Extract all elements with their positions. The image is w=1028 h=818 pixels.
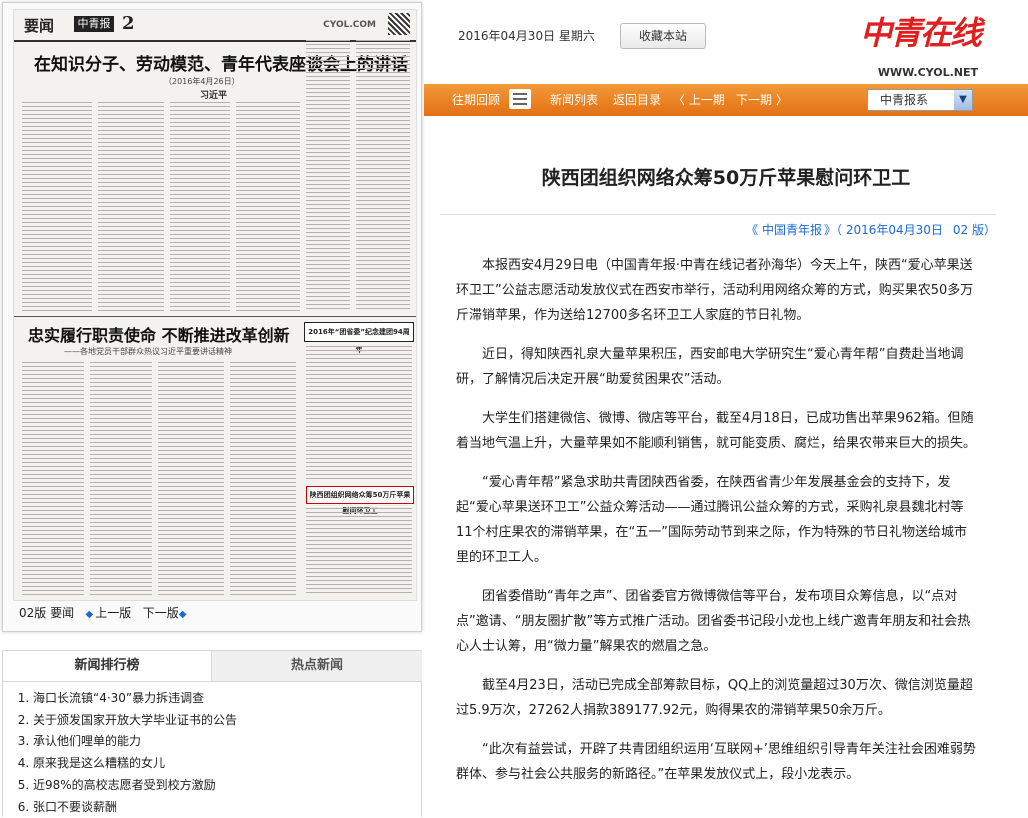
paper-text-column	[170, 102, 230, 312]
nav-news-list[interactable]: 新闻列表	[550, 84, 598, 116]
paper-page-label: 02版 要闻	[19, 606, 75, 620]
paper-select-dropdown[interactable]: 中青报系 ▼	[867, 89, 973, 111]
paper-article-highlight[interactable]: 陕西团组织网络众筹50万斤苹果慰问环卫工	[306, 486, 414, 515]
ranking-list: 海口长流镇“4·30”暴力拆违调查 关于颁发国家开放大学毕业证书的公告 承认他们…	[3, 682, 421, 818]
article-paragraph: 大学生们搭建微信、微博、微店等平台，截至4月18日，已成功售出苹果962箱。但随…	[456, 411, 977, 451]
article-paragraph: “爱心青年帮”紧急求助共青团陕西省委，在陕西省青少年发展基金会的支持下，发起“爱…	[456, 475, 968, 565]
article-source-link[interactable]: 中国青年报	[762, 223, 822, 237]
paper-text-column	[98, 102, 164, 312]
next-page-link[interactable]: 下一版◆	[143, 606, 189, 620]
paper-logo: 中青报	[74, 16, 114, 32]
meta-bracket-open: 《	[745, 223, 758, 237]
paper-divider	[14, 316, 416, 317]
list-icon[interactable]	[509, 89, 531, 109]
site-header: 2016年04月30日 星期六 收藏本站 中青在线 WWW.CYOL.NET	[424, 0, 1028, 84]
site-logo-url: WWW.CYOL.NET	[877, 66, 978, 79]
article-paragraph: 本报西安4月29日电（中国青年报·中青在线记者孙海华）今天上午，陕西“爱心苹果送…	[456, 258, 974, 323]
newspaper-preview: 要闻 中青报 2 CYOL.COM 在知识分子、劳动模范、青年代表座谈会上的讲话…	[2, 2, 422, 632]
ranking-item[interactable]: 海口长流镇“4·30”暴力拆违调查	[33, 688, 421, 710]
right-panel: 2016年04月30日 星期六 收藏本站 中青在线 WWW.CYOL.NET 往…	[424, 0, 1028, 816]
paper-masthead: 要闻 中青报 2 CYOL.COM	[14, 10, 416, 42]
paper-page-nav: 02版 要闻 ◆ 上一版 下一版◆	[19, 604, 188, 621]
paper-select-value: 中青报系	[880, 93, 929, 107]
left-panel: 要闻 中青报 2 CYOL.COM 在知识分子、劳动模范、青年代表座谈会上的讲话…	[0, 0, 424, 817]
paper-text-column	[306, 508, 412, 596]
paper-text-column	[306, 346, 412, 480]
paper-subtitle-1: （2016年4月26日）	[164, 77, 240, 86]
newspaper-page-image[interactable]: 要闻 中青报 2 CYOL.COM 在知识分子、劳动模范、青年代表座谈会上的讲话…	[13, 9, 417, 601]
paper-text-column	[236, 102, 300, 312]
article-paragraph: 团省委借助“青年之声”、团省委官方微博微信等平台，发布项目众筹信息，以“点对点”…	[456, 589, 971, 654]
triangle-right-icon: ◆	[85, 609, 94, 620]
prev-page-link[interactable]: ◆ 上一版	[86, 606, 132, 620]
paper-section-label: 要闻	[24, 17, 55, 35]
nav-bar: 往期回顾 新闻列表 返回目录 〈 上一期 下一期 〉 中青报系 ▼	[424, 84, 1028, 116]
article-title: 陕西团组织网络众筹50万斤苹果慰问环卫工	[541, 167, 911, 189]
article-body: 本报西安4月29日电（中国青年报·中青在线记者孙海华）今天上午，陕西“爱心苹果送…	[456, 253, 976, 801]
ranking-tabs: 新闻排行榜 热点新闻	[3, 651, 422, 682]
paper-url: CYOL.COM	[323, 20, 376, 30]
tab-news-ranking[interactable]: 新闻排行榜	[3, 651, 211, 681]
tab-hot-news[interactable]: 热点新闻	[211, 651, 422, 681]
paper-headline-2[interactable]: 忠实履行职责使命 不断推进改革创新	[28, 322, 290, 346]
paper-headline-1[interactable]: 在知识分子、劳动模范、青年代表座谈会上的讲话	[34, 50, 408, 75]
paper-side-headline[interactable]: 2016年“团省委”纪念建团94周年	[304, 322, 414, 354]
article-page: 02 版）	[952, 223, 996, 237]
article-paragraph: “此次有益尝试，开辟了共青团组织运用‘互联网+’思维组织引导青年关注社会困难弱势…	[456, 742, 976, 782]
nav-prev-issue[interactable]: 〈 上一期	[673, 84, 725, 116]
ranking-item[interactable]: 张口不要谈薪酬	[33, 797, 421, 818]
nav-next-issue[interactable]: 下一期 〉	[736, 84, 788, 116]
bookmark-site-button[interactable]: 收藏本站	[620, 23, 706, 49]
paper-text-column	[22, 362, 84, 596]
article-meta: 《中国青年报 》（ 2016年04月30日 02 版）	[440, 214, 996, 238]
qr-code-icon	[388, 13, 410, 35]
chevron-down-icon: ▼	[954, 90, 972, 110]
article-date: 》（ 2016年04月30日	[824, 223, 943, 237]
ranking-item[interactable]: 近98%的高校志愿者受到校方激励	[33, 775, 421, 797]
triangle-right-icon: ◆	[178, 609, 187, 620]
paper-text-column	[356, 40, 410, 312]
paper-page-number: 2	[122, 13, 135, 34]
nav-history[interactable]: 往期回顾	[452, 84, 500, 116]
ranking-item[interactable]: 原来我是这么糟糕的女儿	[33, 753, 421, 775]
paper-text-column	[90, 362, 152, 596]
article-paragraph: 近日，得知陕西礼泉大量苹果积压，西安邮电大学研究生“爱心青年帮”自费赴当地调研，…	[456, 347, 964, 387]
news-ranking-box: 新闻排行榜 热点新闻 海口长流镇“4·30”暴力拆违调查 关于颁发国家开放大学毕…	[2, 650, 422, 817]
ranking-item[interactable]: 承认他们哩单的能力	[33, 731, 421, 753]
ranking-item[interactable]: 关于颁发国家开放大学毕业证书的公告	[33, 710, 421, 732]
paper-text-column	[230, 362, 296, 596]
paper-text-column	[22, 102, 92, 312]
nav-back-toc[interactable]: 返回目录	[613, 84, 661, 116]
site-logo[interactable]: 中青在线	[860, 8, 982, 54]
paper-author: 习近平	[200, 91, 228, 101]
paper-text-column	[306, 40, 350, 312]
article-paragraph: 截至4月23日，活动已完成全部筹款目标，QQ上的浏览量超过30万次、微信浏览量超…	[456, 678, 973, 718]
paper-text-column	[158, 362, 224, 596]
current-date: 2016年04月30日 星期六	[458, 29, 595, 43]
paper-subtitle-2: ——各地党员干部群众热议习近平重要讲话精神	[64, 347, 232, 356]
